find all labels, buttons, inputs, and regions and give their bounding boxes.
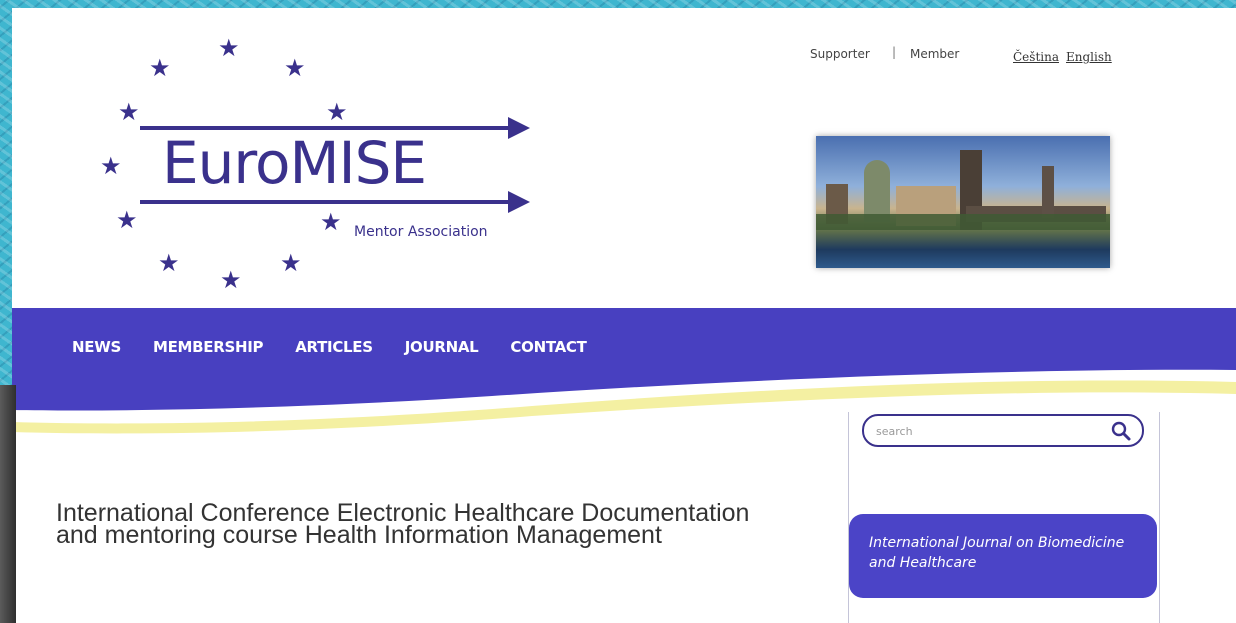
article-headline[interactable]: International Conference Electronic Heal… bbox=[56, 501, 776, 548]
logo-arrow-bottom bbox=[140, 200, 510, 204]
logo-subtitle: Mentor Association bbox=[354, 224, 488, 240]
logo-title: EuroMISE bbox=[162, 129, 427, 197]
photo-trees bbox=[816, 214, 1110, 230]
search-icon[interactable] bbox=[1110, 420, 1132, 442]
language-english-link[interactable]: English bbox=[1066, 50, 1112, 64]
nav-contact[interactable]: CONTACT bbox=[510, 338, 586, 356]
star-icon: ★ bbox=[100, 152, 122, 180]
photo-tower bbox=[1042, 166, 1054, 218]
member-link[interactable]: Member bbox=[910, 47, 959, 61]
nav-journal[interactable]: JOURNAL bbox=[405, 338, 479, 356]
star-icon: ★ bbox=[149, 54, 171, 82]
supporter-link[interactable]: Supporter bbox=[810, 47, 870, 61]
star-icon: ★ bbox=[320, 208, 342, 236]
nav-articles[interactable]: ARTICLES bbox=[295, 338, 373, 356]
star-icon: ★ bbox=[280, 249, 302, 277]
page: ★ ★ ★ ★ ★ ★ ★ ★ ★ ★ ★ EuroMISE Mentor As… bbox=[12, 8, 1236, 623]
main-nav: NEWS MEMBERSHIP ARTICLES JOURNAL CONTACT bbox=[72, 338, 619, 356]
euromise-logo[interactable]: ★ ★ ★ ★ ★ ★ ★ ★ ★ ★ ★ EuroMISE Mentor As… bbox=[82, 26, 562, 301]
journal-banner[interactable]: International Journal on Biomedicine and… bbox=[849, 514, 1157, 598]
search-input[interactable] bbox=[876, 422, 1101, 440]
star-icon: ★ bbox=[326, 98, 348, 126]
prague-photo bbox=[816, 136, 1110, 268]
star-icon: ★ bbox=[220, 266, 242, 294]
link-separator: | bbox=[892, 45, 897, 59]
logo-arrowhead-bottom bbox=[508, 191, 530, 213]
language-czech-link[interactable]: Čeština bbox=[1013, 50, 1059, 64]
left-frame-edge bbox=[0, 385, 16, 623]
logo-arrowhead-top bbox=[508, 117, 530, 139]
star-icon: ★ bbox=[284, 54, 306, 82]
star-icon: ★ bbox=[158, 249, 180, 277]
nav-news[interactable]: NEWS bbox=[72, 338, 121, 356]
search-box bbox=[862, 414, 1144, 447]
star-icon: ★ bbox=[218, 34, 240, 62]
photo-dome bbox=[864, 160, 890, 222]
star-icon: ★ bbox=[116, 206, 138, 234]
star-icon: ★ bbox=[118, 98, 140, 126]
nav-membership[interactable]: MEMBERSHIP bbox=[153, 338, 264, 356]
